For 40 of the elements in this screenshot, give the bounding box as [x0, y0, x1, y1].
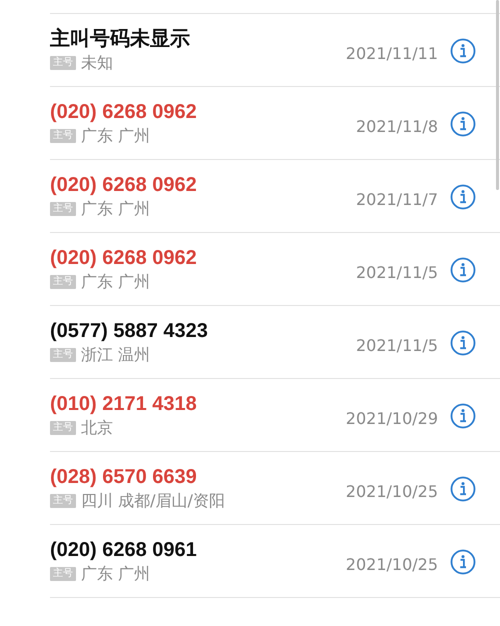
phone-number: (028) 6570 6639: [50, 465, 198, 489]
location-text: 北京: [81, 418, 113, 438]
location-text: 浙江 温州: [81, 345, 150, 365]
tag-label: 主号: [50, 275, 76, 289]
phone-number: (0577) 5887 4323: [50, 319, 209, 343]
tag-label: 主号: [50, 348, 76, 362]
info-icon[interactable]: [450, 476, 476, 502]
location-text: 广东 广州: [81, 126, 150, 146]
tag-label: 主号: [50, 56, 76, 70]
location-text: 四川 成都/眉山/资阳: [81, 491, 225, 511]
phone-number: (020) 6268 0962: [50, 246, 198, 270]
call-date: 2021/10/25: [346, 554, 438, 574]
location-text: 广东 广州: [81, 272, 150, 292]
phone-number: (020) 6268 0961: [50, 538, 198, 562]
call-date: 2021/11/11: [346, 44, 438, 62]
call-date: 2021/10/25: [346, 482, 438, 500]
call-date: 2021/11/5: [356, 262, 438, 282]
call-date: 2021/11/8: [356, 116, 438, 136]
info-icon[interactable]: [450, 403, 476, 429]
phone-number: (020) 6268 0962: [50, 100, 198, 124]
call-date: 2021/11/7: [356, 190, 438, 208]
info-icon[interactable]: [450, 38, 476, 64]
phone-number: (010) 2171 4318: [50, 392, 198, 416]
tag-label: 主号: [50, 202, 76, 216]
info-icon[interactable]: [450, 257, 476, 283]
tag-label: 主号: [50, 567, 76, 581]
location-text: 未知: [81, 53, 113, 73]
tag-label: 主号: [50, 421, 76, 435]
phone-number: (020) 6268 0962: [50, 173, 198, 197]
info-icon[interactable]: [450, 549, 476, 575]
location-text: 广东 广州: [81, 564, 150, 584]
call-date: 2021/11/5: [356, 336, 438, 354]
tag-label: 主号: [50, 494, 76, 508]
info-icon[interactable]: [450, 330, 476, 356]
info-icon[interactable]: [450, 111, 476, 137]
info-icon[interactable]: [450, 184, 476, 210]
call-date: 2021/10/29: [346, 408, 438, 428]
phone-number: 主叫号码未显示: [50, 27, 191, 51]
location-text: 广东 广州: [81, 199, 150, 219]
tag-label: 主号: [50, 129, 76, 143]
